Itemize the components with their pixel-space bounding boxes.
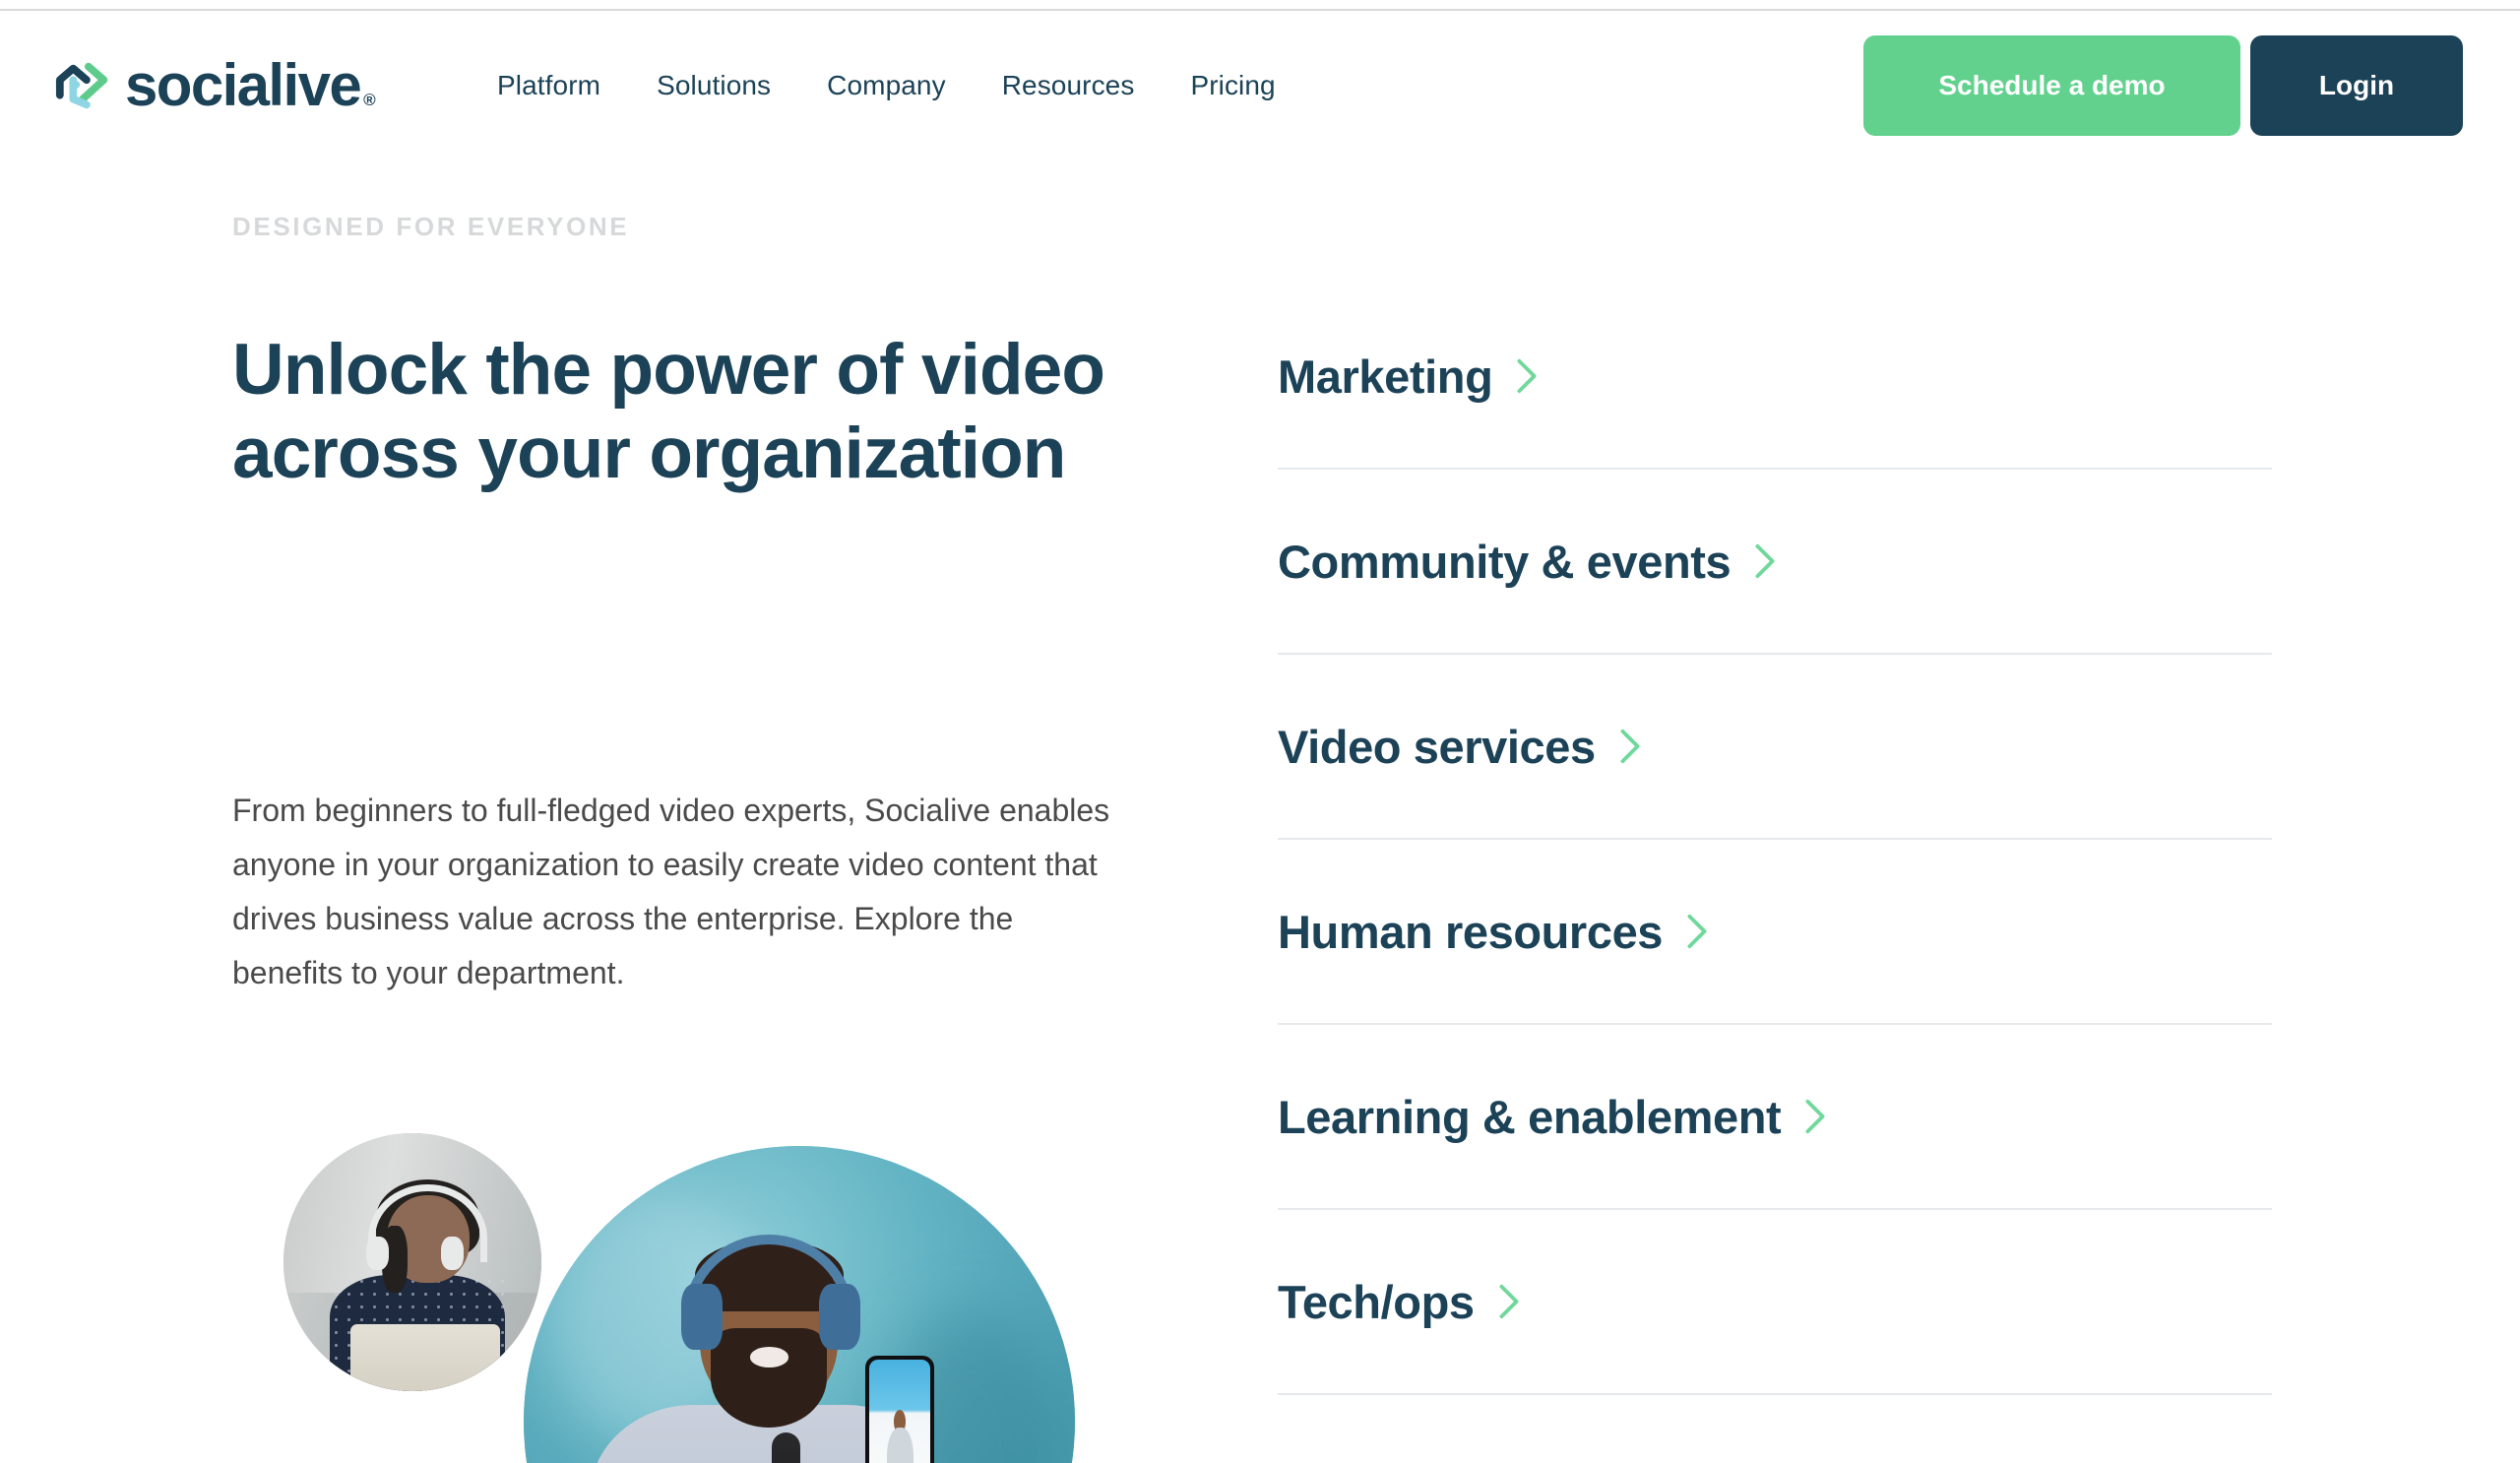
department-label: Tech/ops xyxy=(1278,1275,1475,1328)
list-item[interactable]: Tech/ops xyxy=(1278,1210,2272,1395)
department-link-learning-enablement[interactable]: Learning & enablement xyxy=(1278,1094,1828,1140)
department-link-video-services[interactable]: Video services xyxy=(1278,724,1643,770)
department-label: Human resources xyxy=(1278,905,1664,958)
department-link-tech-ops[interactable]: Tech/ops xyxy=(1278,1279,1522,1325)
hero-body-text: From beginners to full-fledged video exp… xyxy=(232,793,1110,991)
photo-man-recording-video xyxy=(524,1146,1075,1463)
list-item[interactable]: Learning & enablement xyxy=(1278,1025,2272,1210)
brand-logo-link[interactable]: socialive ® xyxy=(54,55,376,116)
nav-item-solutions[interactable]: Solutions xyxy=(657,70,771,101)
brand-name: socialive xyxy=(125,52,362,118)
schedule-demo-button[interactable]: Schedule a demo xyxy=(1863,35,2240,136)
brand-wordmark: socialive ® xyxy=(125,56,376,115)
main-navigation: Platform Solutions Company Resources Pri… xyxy=(497,70,1276,101)
site-header: socialive ® Platform Solutions Company R… xyxy=(0,13,2520,159)
department-link-marketing[interactable]: Marketing xyxy=(1278,353,1540,400)
department-list: Marketing Community & events Video servi… xyxy=(1278,285,2272,1395)
list-item[interactable]: Marketing xyxy=(1278,285,2272,470)
hero-eyebrow: DESIGNED FOR EVERYONE xyxy=(232,212,630,241)
photo-woman-at-laptop xyxy=(284,1133,541,1391)
header-actions: Schedule a demo Login xyxy=(1863,35,2463,136)
nav-item-pricing[interactable]: Pricing xyxy=(1190,70,1275,101)
page-root: socialive ® Platform Solutions Company R… xyxy=(0,0,2520,1463)
hero-left-column: DESIGNED FOR EVERYONE Unlock the power o… xyxy=(0,159,1235,1463)
department-label: Community & events xyxy=(1278,535,1732,588)
headline-line-2: across your organization xyxy=(232,413,1066,493)
chevron-right-icon xyxy=(1517,358,1537,394)
page-title: Unlock the power of video across your or… xyxy=(232,329,1118,495)
department-link-community-events[interactable]: Community & events xyxy=(1278,539,1778,585)
department-label: Learning & enablement xyxy=(1278,1090,1782,1143)
chevron-right-icon xyxy=(1687,914,1707,949)
nav-item-company[interactable]: Company xyxy=(827,70,946,101)
chevron-right-icon xyxy=(1620,729,1640,764)
nav-item-resources[interactable]: Resources xyxy=(1002,70,1135,101)
department-label: Video services xyxy=(1278,720,1596,773)
brand-registered-mark: ® xyxy=(363,91,376,109)
login-button[interactable]: Login xyxy=(2250,35,2463,136)
department-label: Marketing xyxy=(1278,350,1493,403)
headline-line-1: Unlock the power of video xyxy=(232,330,1105,410)
hero-image-collage xyxy=(177,1128,1240,1463)
socialive-logo-icon xyxy=(55,62,108,109)
chevron-right-icon xyxy=(1499,1284,1519,1319)
browser-chrome-edge xyxy=(0,0,2520,11)
hero-right-column: Marketing Community & events Video servi… xyxy=(1235,159,2520,1463)
chevron-right-icon xyxy=(1755,543,1775,579)
nav-item-platform[interactable]: Platform xyxy=(497,70,600,101)
list-item[interactable]: Community & events xyxy=(1278,470,2272,655)
hero-section: DESIGNED FOR EVERYONE Unlock the power o… xyxy=(0,159,2520,1463)
chevron-right-icon xyxy=(1805,1099,1825,1134)
list-item[interactable]: Video services xyxy=(1278,655,2272,840)
list-item[interactable]: Human resources xyxy=(1278,840,2272,1025)
department-link-human-resources[interactable]: Human resources xyxy=(1278,909,1710,955)
